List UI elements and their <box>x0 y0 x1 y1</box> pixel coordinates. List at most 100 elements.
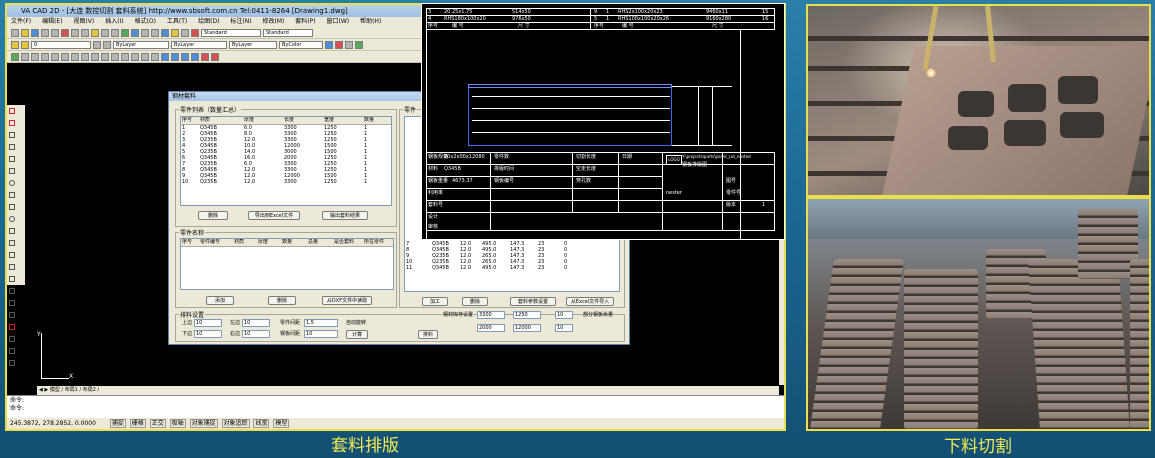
array-icon[interactable] <box>51 52 59 61</box>
snap-toggle[interactable]: 捕捉 <box>109 419 126 428</box>
nest-params-button[interactable]: 套料参数设置 <box>510 297 556 306</box>
part-names-col-header[interactable]: 厚度 <box>257 239 281 246</box>
scale-icon[interactable] <box>81 52 89 61</box>
table-row[interactable]: 10 Q235B 12.0 3300 1250 1 <box>181 179 391 185</box>
undo-icon[interactable] <box>101 28 109 37</box>
color-combo[interactable]: ByLayer <box>113 40 169 49</box>
snap-intersection-icon[interactable] <box>181 52 189 61</box>
layer-manager-icon[interactable] <box>11 40 19 49</box>
make-block-icon[interactable] <box>9 252 15 258</box>
export-excel-button[interactable]: 导出到Excel文件 <box>248 211 300 220</box>
hatch-icon[interactable] <box>9 276 15 282</box>
zoom-realtime-icon[interactable] <box>131 28 139 37</box>
print-icon[interactable] <box>41 28 49 37</box>
pan-icon[interactable] <box>121 28 129 37</box>
part-spacing-input[interactable]: 1.5 <box>304 319 338 327</box>
otrack-toggle[interactable]: 对象追踪 <box>221 419 250 428</box>
part-names-col-header[interactable]: 总量 <box>307 239 333 246</box>
parts-col-header[interactable]: 数量 <box>363 117 389 124</box>
match-properties-icon[interactable] <box>91 28 99 37</box>
ortho-toggle[interactable]: 正交 <box>149 419 166 428</box>
erase-icon[interactable] <box>11 52 19 61</box>
mirror-icon[interactable] <box>31 52 39 61</box>
insert-block-icon[interactable] <box>9 240 15 246</box>
parts-table[interactable]: 序号 材质 厚度 长度 宽度 数量 1 Q345B 6.0 3300 1250 1 2 Q345B 8.0… <box>180 116 392 206</box>
snap-endpoint-icon[interactable] <box>161 52 169 61</box>
lineweight-combo[interactable]: ByLayer <box>229 40 277 49</box>
calculate-button[interactable]: 计算 <box>346 330 368 339</box>
right-margin-input[interactable]: 10 <box>242 330 270 338</box>
menu-item-tools[interactable]: 工具(T) <box>167 18 187 25</box>
process-button[interactable]: 加工 <box>422 297 448 306</box>
menu-item-format[interactable]: 格式(O) <box>135 18 156 25</box>
command-window[interactable]: 命令: 命令: <box>7 395 784 418</box>
xline-icon[interactable] <box>9 120 15 126</box>
top-margin-input[interactable]: 10 <box>194 319 222 327</box>
snap-center-icon[interactable] <box>191 52 199 61</box>
command-prompt-line[interactable]: 命令: <box>10 405 781 413</box>
cloud-icon[interactable] <box>9 192 15 198</box>
part-names-col-header[interactable]: 材质 <box>233 239 257 246</box>
linetype-combo[interactable]: ByLayer <box>171 40 227 49</box>
part-names-table[interactable]: 序号 零件编号 材质 厚度 数量 总量 是否套料 所在零件 <box>180 238 394 290</box>
save-icon[interactable] <box>31 28 39 37</box>
stock-length-input[interactable]: 3300 <box>477 311 505 319</box>
model-toggle[interactable]: 模型 <box>273 419 290 428</box>
ellipse-icon[interactable] <box>9 216 15 222</box>
snap-settings-icon[interactable] <box>211 52 219 61</box>
chamfer-icon[interactable] <box>131 52 139 61</box>
offset-icon[interactable] <box>41 52 49 61</box>
stock-qty-input[interactable]: 10 <box>555 311 573 319</box>
leader-icon[interactable] <box>9 348 15 354</box>
parts-col-header[interactable]: 长度 <box>283 117 323 124</box>
mtext-icon[interactable] <box>9 324 15 330</box>
menu-item-draw[interactable]: 绘图(D) <box>198 18 219 25</box>
left-margin-input[interactable]: 10 <box>242 319 270 327</box>
lineweight-toggle[interactable]: 线宽 <box>253 419 270 428</box>
parts-col-header[interactable]: 序号 <box>181 117 199 124</box>
osnap-toggle[interactable]: 对象捕捉 <box>189 419 218 428</box>
stock-width2-input[interactable]: 12000 <box>513 324 541 332</box>
plate-spacing-input[interactable]: 10 <box>304 330 338 338</box>
spline-icon[interactable] <box>9 204 15 210</box>
part-names-col-header[interactable]: 数量 <box>281 239 307 246</box>
break-icon[interactable] <box>121 52 129 61</box>
copy-object-icon[interactable] <box>21 52 29 61</box>
stock-qty2-input[interactable]: 10 <box>555 324 573 332</box>
part-names-col-header[interactable]: 所在零件 <box>363 239 393 246</box>
point-icon[interactable] <box>9 264 15 270</box>
parts-col-header[interactable]: 材质 <box>199 117 243 124</box>
stretch-icon[interactable] <box>91 52 99 61</box>
snap-midpoint-icon[interactable] <box>171 52 179 61</box>
polar-toggle[interactable]: 极轴 <box>169 419 186 428</box>
part-names-col-header[interactable]: 是否套料 <box>333 239 363 246</box>
light-bulb-icon[interactable] <box>21 40 29 49</box>
trim-icon[interactable] <box>101 52 109 61</box>
open-file-icon[interactable] <box>21 28 29 37</box>
parts-col-header[interactable]: 宽度 <box>323 117 363 124</box>
delete-part2-button[interactable]: 删除 <box>268 296 296 305</box>
circle-icon[interactable] <box>9 180 15 186</box>
menu-item-modify[interactable]: 修改(M) <box>263 18 285 25</box>
snap-none-icon[interactable] <box>201 52 209 61</box>
tolerance-icon[interactable] <box>9 360 15 366</box>
rectangle-icon[interactable] <box>9 156 15 162</box>
move-icon[interactable] <box>61 52 69 61</box>
bottom-margin-input[interactable]: 10 <box>194 330 222 338</box>
polygon-icon[interactable] <box>9 144 15 150</box>
add-part-button[interactable]: 添加 <box>206 296 234 305</box>
table-icon[interactable] <box>9 312 15 318</box>
zoom-previous-icon[interactable] <box>151 28 159 37</box>
stock-width-input[interactable]: 1250 <box>513 311 541 319</box>
region-icon[interactable] <box>9 300 15 306</box>
output-result-button[interactable]: 输出套料结果 <box>322 211 368 220</box>
explode-icon[interactable] <box>151 52 159 61</box>
export-nc-icon[interactable] <box>345 40 353 49</box>
cut-path-icon[interactable] <box>335 40 343 49</box>
menu-item-window[interactable]: 窗口(W) <box>327 18 350 25</box>
menu-item-edit[interactable]: 编辑(E) <box>42 18 62 25</box>
read-dxf-button[interactable]: 从DXF文件中读取 <box>322 296 372 305</box>
partial-remnant-checkbox[interactable]: 部分钢板余量 <box>583 311 613 319</box>
redo-icon[interactable] <box>111 28 119 37</box>
delete-part-button[interactable]: 删除 <box>198 211 228 220</box>
